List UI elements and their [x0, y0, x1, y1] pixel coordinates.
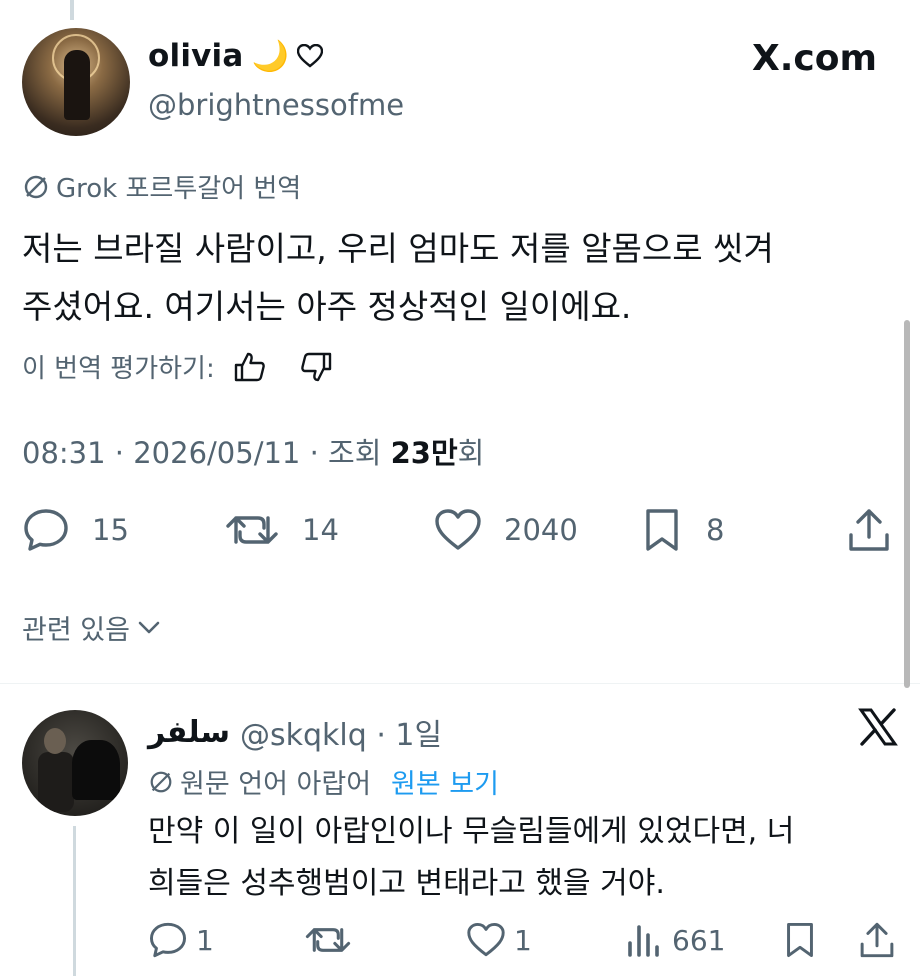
reply-display-name: سلفر [148, 714, 231, 750]
like-count: 2040 [504, 513, 578, 547]
tweet-meta: 08:31 · 2026/05/11 · 조회 23만회 [22, 430, 484, 472]
reply-like-count: 1 [514, 923, 532, 957]
repost-button[interactable]: 14 [224, 500, 339, 560]
tweet-text: 저는 브라질 사람이고, 우리 엄마도 저를 알몸으로 씻겨 주셨어요. 여기서… [22, 220, 902, 336]
avatar-figure [64, 50, 90, 120]
moon-emoji: 🌙 [251, 38, 290, 74]
bookmark-icon [640, 507, 684, 553]
repost-count: 14 [302, 513, 339, 547]
reply-views-button[interactable]: 661 [624, 912, 725, 968]
tweet-text-line: 저는 브라질 사람이고, 우리 엄마도 저를 알몸으로 씻겨 [22, 229, 774, 268]
grok-icon [22, 173, 50, 201]
reply-repost-button[interactable] [304, 912, 352, 968]
reply-icon [148, 921, 188, 959]
reply-view-count: 661 [672, 923, 726, 957]
reply-button[interactable]: 15 [22, 500, 129, 560]
reply-icon [22, 507, 70, 553]
reply-author[interactable]: سلفر @skqklq · 1일 [148, 710, 442, 754]
reply-bookmark-button[interactable] [782, 912, 818, 968]
thumbs-up-icon[interactable] [233, 351, 267, 383]
action-bar: 15 14 2040 8 [0, 500, 920, 560]
rate-translation: 이 번역 평가하기: [22, 348, 333, 385]
bookmark-button[interactable]: 8 [640, 500, 724, 560]
thumbs-down-icon[interactable] [299, 351, 333, 383]
heart-outline-icon [297, 44, 324, 68]
view-original-link[interactable]: 원본 보기 [391, 762, 499, 801]
heart-icon [434, 508, 482, 552]
source-language: 원문 언어 아랍어 [180, 769, 372, 800]
view-count: 23만 [390, 436, 458, 470]
reply-like-button[interactable]: 1 [466, 912, 532, 968]
avatar-body [38, 752, 74, 812]
analytics-icon [624, 921, 664, 959]
divider [0, 683, 920, 684]
reply-text-line: 희들은 성추행범이고 변태라고 했을 거야. [148, 866, 665, 901]
bookmark-count: 8 [706, 513, 725, 547]
translation-tag: Grok 포르투갈어 번역 [22, 168, 301, 205]
share-button[interactable] [846, 500, 892, 560]
reply-reply-button[interactable]: 1 [148, 912, 214, 968]
share-icon [846, 507, 892, 553]
display-name-text: olivia [148, 38, 244, 74]
bookmark-icon [782, 921, 818, 959]
handle[interactable]: @brightnessofme [148, 88, 404, 122]
display-name[interactable]: olivia 🌙 [148, 38, 324, 74]
tweet-text-line: 주셨어요. 여기서는 아주 정상적인 일이에요. [22, 287, 632, 326]
reply-share-button[interactable] [858, 912, 896, 968]
avatar-horse [72, 740, 120, 800]
related-sort-toggle[interactable]: 관련 있음 [22, 608, 160, 647]
reply-text: 만약 이 일이 아랍인이나 무슬림들에게 있었다면, 너 희들은 성추행범이고 … [148, 806, 888, 910]
grok-icon [148, 769, 174, 795]
translation-tag-text: Grok 포르투갈어 번역 [56, 174, 302, 204]
brand-logo: X.com [752, 38, 878, 79]
view-suffix: 회 [457, 436, 485, 470]
repost-icon [304, 921, 352, 959]
rate-label: 이 번역 평가하기: [22, 354, 215, 384]
reply-reply-count: 1 [196, 923, 214, 957]
avatar-head [44, 728, 66, 754]
chevron-down-icon [138, 621, 160, 635]
reply-count: 15 [92, 513, 129, 547]
reply-handle-time: @skqklq · 1일 [240, 718, 443, 753]
share-icon [858, 921, 896, 959]
related-label: 관련 있음 [22, 615, 130, 646]
repost-icon [224, 508, 280, 552]
avatar[interactable] [22, 28, 130, 136]
reply-avatar[interactable] [22, 710, 128, 816]
reply-text-line: 만약 이 일이 아랍인이나 무슬림들에게 있었다면, 너 [148, 814, 795, 849]
reply-source-tag: 원문 언어 아랍어 원본 보기 [148, 762, 499, 801]
thread-connector-top [70, 0, 74, 20]
scrollbar[interactable] [904, 320, 910, 688]
x-logo-icon [858, 708, 898, 746]
heart-icon [466, 922, 506, 958]
like-button[interactable]: 2040 [434, 500, 578, 560]
timestamp[interactable]: 08:31 · 2026/05/11 · 조회 [22, 436, 391, 470]
reply-action-bar: 1 1 661 [0, 912, 920, 968]
